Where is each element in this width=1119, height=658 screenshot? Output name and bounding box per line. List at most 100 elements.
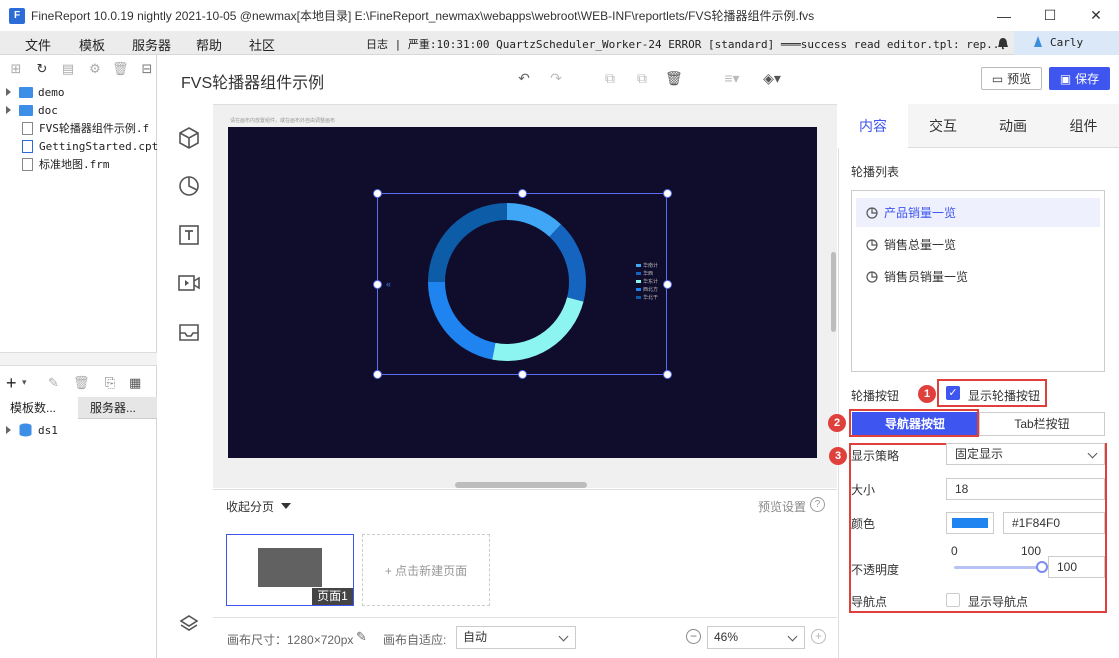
size-label: 大小 <box>851 483 876 497</box>
new-page-button[interactable]: + 点击新建页面 <box>362 534 490 606</box>
tree-file-cpt[interactable]: GettingStarted.cpt <box>22 137 158 155</box>
resize-handle[interactable] <box>663 370 672 379</box>
add-datasource-icon[interactable]: + <box>6 373 17 394</box>
opacity-slider[interactable] <box>954 566 1042 569</box>
tab-animation[interactable]: 动画 <box>978 104 1048 148</box>
resize-handle[interactable] <box>663 280 672 289</box>
step-badge: 2 <box>828 414 846 432</box>
color-picker[interactable] <box>946 512 994 534</box>
edit-size-icon[interactable]: ✎ <box>356 629 367 645</box>
new-folder-icon[interactable]: ⊞ <box>8 61 24 77</box>
horizontal-scrollbar[interactable] <box>455 482 587 488</box>
menu-community[interactable]: 社区 <box>249 35 275 54</box>
page-thumbnail[interactable]: 页面1 <box>226 534 354 606</box>
tree-folder-doc[interactable]: doc <box>6 101 58 119</box>
color-input[interactable]: #1F84F0 <box>1003 512 1105 534</box>
tab-button-option[interactable]: Tab栏按钮 <box>979 412 1105 436</box>
settings-icon[interactable]: ⚙ <box>87 61 103 77</box>
resize-handle[interactable] <box>373 370 382 379</box>
resize-handle[interactable] <box>373 280 382 289</box>
nav-dot-label: 导航点 <box>851 595 888 609</box>
resize-handle[interactable] <box>518 189 527 198</box>
carousel-item[interactable]: 销售总量一览 <box>856 230 1100 259</box>
show-nav-dot-label: 显示导航点 <box>968 595 1029 609</box>
copy-icon[interactable]: ⧉ <box>602 70 618 86</box>
cube-icon[interactable] <box>177 126 201 150</box>
adapt-select[interactable]: 自动 <box>456 626 576 649</box>
menu-file[interactable]: 文件 <box>25 35 51 54</box>
carousel-list-label: 轮播列表 <box>851 165 900 179</box>
resize-handle[interactable] <box>373 189 382 198</box>
tab-server-dataset[interactable]: 服务器... <box>80 397 157 419</box>
layer-icon[interactable]: ◈▾ <box>760 70 784 86</box>
server-dataset-icon[interactable]: ▦ <box>129 375 141 391</box>
zoom-out-icon[interactable]: − <box>686 629 701 644</box>
show-nav-dot-checkbox[interactable] <box>946 593 960 607</box>
align-icon[interactable]: ≡▾ <box>720 70 744 86</box>
menu-template[interactable]: 模板 <box>79 35 105 54</box>
pie-chart-icon[interactable] <box>177 174 201 198</box>
size-input[interactable]: 18 <box>946 478 1105 500</box>
save-button[interactable]: ▣ 保存 <box>1049 67 1110 90</box>
tab-component[interactable]: 组件 <box>1048 104 1119 148</box>
file-icon <box>22 121 33 135</box>
bell-icon[interactable] <box>997 37 1009 50</box>
page-label: 页面1 <box>312 588 353 605</box>
carousel-item[interactable]: 销售员销量一览 <box>856 262 1100 291</box>
container-icon[interactable] <box>177 320 201 344</box>
carousel-item[interactable]: 产品销量一览 <box>856 198 1100 227</box>
preview-button[interactable]: ▭ 预览 <box>981 67 1042 90</box>
user-menu[interactable]: Carly <box>1014 31 1119 55</box>
delete-icon[interactable]: 🗑 <box>665 70 683 86</box>
maximize-button[interactable]: ☐ <box>1027 0 1073 31</box>
opacity-max: 100 <box>1021 544 1042 558</box>
collapse-icon[interactable]: ⊟ <box>139 61 155 77</box>
edit-icon[interactable]: ✎ <box>48 375 59 391</box>
tab-content[interactable]: 内容 <box>838 104 908 148</box>
layers-icon[interactable] <box>177 612 201 636</box>
strategy-select[interactable]: 固定显示 <box>946 443 1105 465</box>
save-label: 保存 <box>1075 72 1100 86</box>
delete-icon[interactable]: 🗑 <box>112 61 129 77</box>
user-name: Carly <box>1050 36 1084 49</box>
zoom-select[interactable]: 46% <box>707 626 805 649</box>
paste-icon[interactable]: ⧉ <box>634 70 650 86</box>
media-icon[interactable] <box>177 271 201 295</box>
dropdown-icon[interactable]: ▾ <box>22 377 27 388</box>
selection-box[interactable] <box>377 193 667 375</box>
tree-file-fvs[interactable]: FVS轮播器组件示例.f <box>22 119 149 137</box>
panel-splitter[interactable] <box>0 352 157 366</box>
tree-file-frm[interactable]: 标准地图.frm <box>22 155 110 173</box>
preview-settings-link[interactable]: 预览设置 <box>758 498 806 515</box>
carousel-list: 产品销量一览 销售总量一览 销售员销量一览 <box>851 190 1105 372</box>
opacity-input[interactable]: 100 <box>1048 556 1105 578</box>
delete-icon[interactable]: 🗑 <box>73 375 90 391</box>
opacity-slider-handle[interactable] <box>1036 561 1048 573</box>
dataset-ds1[interactable]: ds1 <box>6 421 58 439</box>
window-title: FineReport 10.0.19 nightly 2021-10-05 @n… <box>31 9 815 23</box>
help-icon[interactable]: ? <box>810 497 825 512</box>
monitor-icon: ▭ <box>991 71 1004 86</box>
text-icon[interactable] <box>177 223 201 247</box>
menu-help[interactable]: 帮助 <box>196 35 222 54</box>
canvas[interactable]: « 华南计 华西 华东计 西北方 华北干 <box>228 127 817 458</box>
close-button[interactable]: ✕ <box>1073 0 1119 31</box>
redo-icon[interactable]: ↷ <box>548 70 564 86</box>
open-icon[interactable]: ▤ <box>60 61 76 77</box>
refresh-icon[interactable]: ↻ <box>34 61 50 77</box>
log-message[interactable]: 日志 | 严重:10:31:00 QuartzScheduler_Worker-… <box>366 36 1006 52</box>
vertical-scrollbar[interactable] <box>831 252 836 332</box>
show-button-checkbox[interactable]: ✓ <box>946 386 960 400</box>
tab-template-dataset[interactable]: 模板数... <box>0 397 78 419</box>
caret-down-icon[interactable] <box>281 503 291 509</box>
zoom-in-icon[interactable]: + <box>811 629 826 644</box>
undo-icon[interactable]: ↶ <box>516 70 532 86</box>
collapse-pages-toggle[interactable]: 收起分页 <box>226 498 274 515</box>
minimize-button[interactable]: — <box>981 0 1027 31</box>
resize-handle[interactable] <box>663 189 672 198</box>
tab-interaction[interactable]: 交互 <box>908 104 978 148</box>
resize-handle[interactable] <box>518 370 527 379</box>
preview-data-icon[interactable]: ⎘ <box>105 375 115 391</box>
tree-folder-demo[interactable]: demo <box>6 83 65 101</box>
menu-server[interactable]: 服务器 <box>132 35 171 54</box>
